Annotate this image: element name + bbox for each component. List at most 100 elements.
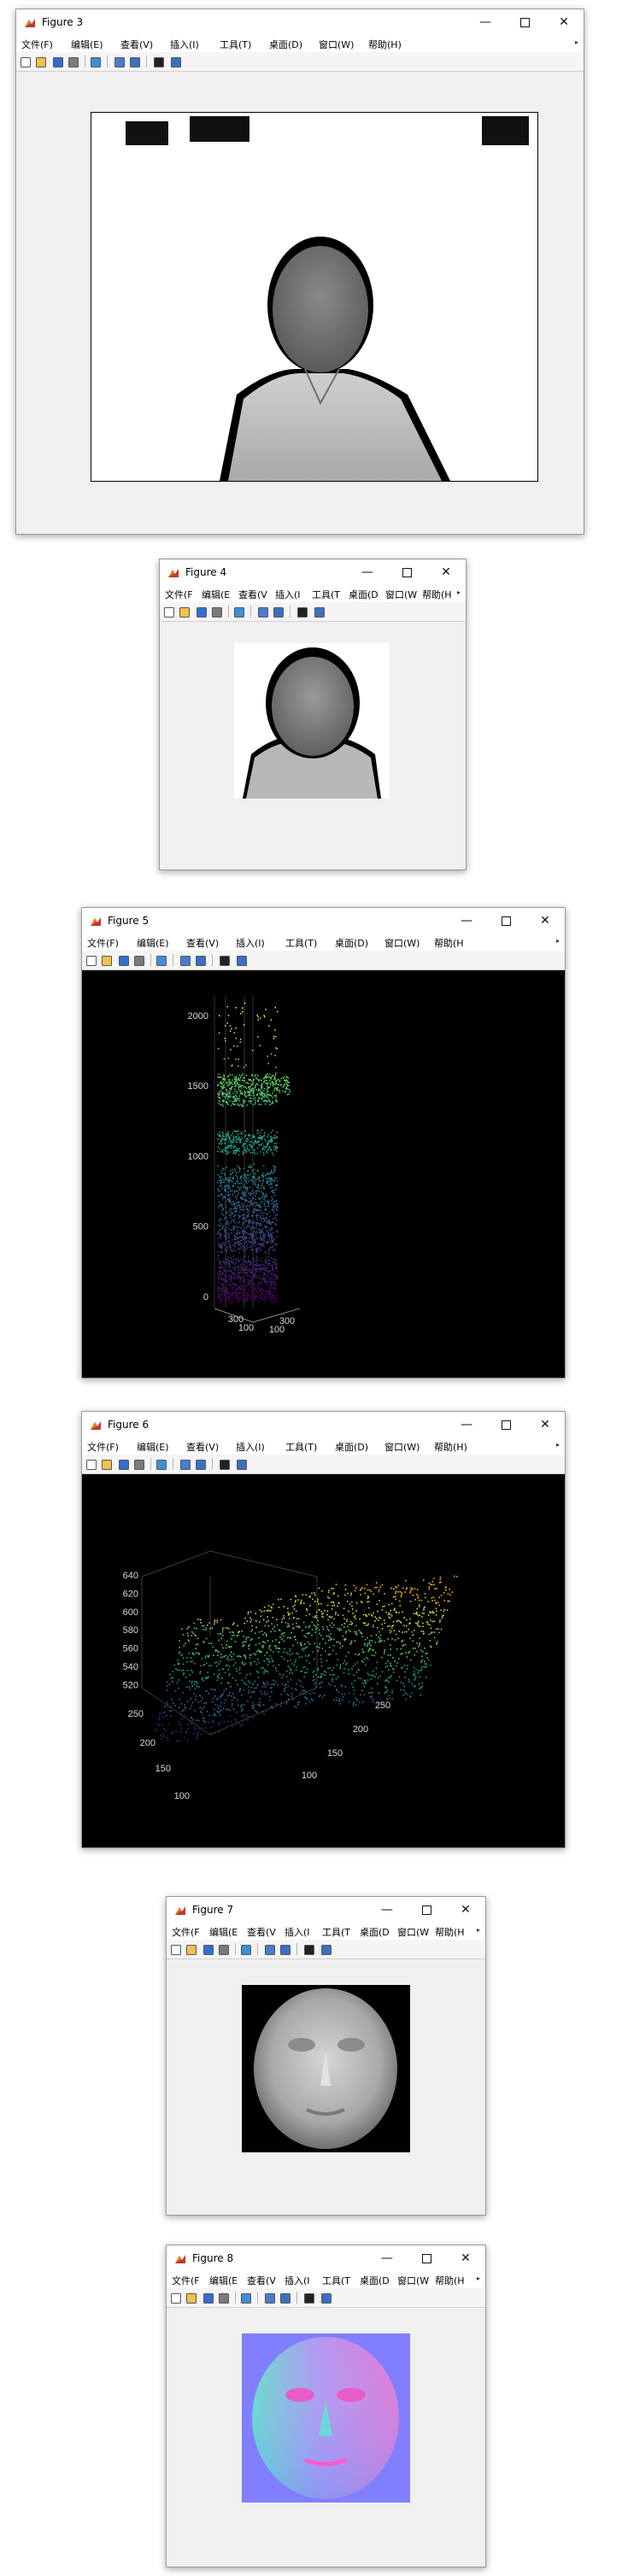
maximize-button[interactable] — [387, 559, 426, 585]
save-icon[interactable] — [196, 606, 208, 618]
close-button[interactable]: ✕ — [544, 9, 584, 35]
edit-plot-icon[interactable] — [219, 954, 231, 966]
property-inspector-icon[interactable] — [320, 2292, 332, 2304]
menu-item-0[interactable]: 文件(F) — [21, 38, 53, 51]
maximize-button[interactable] — [505, 9, 544, 35]
menu-item-6[interactable]: 窗口(W) — [384, 1440, 420, 1454]
print-icon[interactable] — [218, 2292, 230, 2304]
close-button[interactable]: ✕ — [525, 1412, 565, 1437]
menu-item-3[interactable]: 插入(I) — [236, 936, 265, 950]
menu-item-5[interactable]: 桌面(D) — [335, 936, 368, 950]
menu-item-0[interactable]: 文件(F) — [87, 936, 119, 950]
menu-item-7[interactable]: 帮助(H) — [434, 1440, 467, 1454]
new-figure-icon[interactable] — [20, 56, 32, 67]
edit-plot-icon[interactable] — [303, 2292, 315, 2304]
print-icon[interactable] — [218, 1943, 230, 1955]
menu-item-6[interactable]: 窗口(W) — [319, 38, 354, 51]
insert-colorbar-icon[interactable] — [264, 2292, 276, 2304]
menu-item-1[interactable]: 编辑(E) — [137, 1440, 169, 1454]
insert-legend-icon[interactable] — [129, 56, 141, 67]
menu-item-3[interactable]: 插入(I — [285, 1925, 310, 1939]
property-inspector-icon[interactable] — [236, 1458, 248, 1470]
property-inspector-icon[interactable] — [236, 954, 248, 966]
menu-item-7[interactable]: 帮助(H — [422, 588, 452, 601]
menu-item-0[interactable]: 文件(F — [172, 2274, 200, 2287]
menu-overflow-icon[interactable]: ▸ — [477, 2274, 480, 2282]
save-icon[interactable] — [52, 56, 64, 67]
link-plot-icon[interactable] — [240, 1943, 252, 1955]
menu-item-5[interactable]: 桌面(D — [360, 2274, 390, 2287]
title-bar[interactable]: Figure 5 — ✕ — [82, 908, 565, 934]
menu-overflow-icon[interactable]: ▸ — [575, 38, 578, 46]
menu-item-6[interactable]: 窗口(W — [397, 2274, 429, 2287]
new-figure-icon[interactable] — [85, 1458, 97, 1470]
property-inspector-icon[interactable] — [170, 56, 182, 67]
save-icon[interactable] — [118, 954, 130, 966]
close-button[interactable]: ✕ — [426, 559, 466, 585]
menu-item-2[interactable]: 查看(V — [247, 1925, 276, 1939]
menu-item-1[interactable]: 编辑(E) — [71, 38, 103, 51]
open-file-icon[interactable] — [101, 954, 113, 966]
menu-item-0[interactable]: 文件(F — [172, 1925, 200, 1939]
title-bar[interactable]: Figure 6 — ✕ — [82, 1412, 565, 1437]
menu-item-4[interactable]: 工具(T — [322, 1925, 350, 1939]
open-file-icon[interactable] — [185, 2292, 197, 2304]
open-file-icon[interactable] — [185, 1943, 197, 1955]
save-icon[interactable] — [202, 2292, 214, 2304]
menu-item-4[interactable]: 工具(T) — [220, 38, 251, 51]
close-button[interactable]: ✕ — [446, 1897, 485, 1923]
menu-item-7[interactable]: 帮助(H — [435, 2274, 465, 2287]
print-icon[interactable] — [133, 954, 145, 966]
menu-overflow-icon[interactable]: ▸ — [457, 588, 461, 596]
minimize-button[interactable]: — — [367, 2245, 407, 2271]
insert-colorbar-icon[interactable] — [179, 954, 191, 966]
link-plot-icon[interactable] — [90, 56, 102, 67]
print-icon[interactable] — [67, 56, 79, 67]
close-button[interactable]: ✕ — [525, 908, 565, 934]
open-file-icon[interactable] — [179, 606, 191, 618]
property-inspector-icon[interactable] — [314, 606, 326, 618]
menu-item-3[interactable]: 插入(I) — [170, 38, 199, 51]
menu-item-7[interactable]: 帮助(H) — [368, 38, 402, 51]
maximize-button[interactable] — [407, 2245, 446, 2271]
edit-plot-icon[interactable] — [303, 1943, 315, 1955]
minimize-button[interactable]: — — [466, 9, 505, 35]
new-figure-icon[interactable] — [163, 606, 175, 618]
menu-item-3[interactable]: 插入(I) — [236, 1440, 265, 1454]
menu-item-5[interactable]: 桌面(D — [360, 1925, 390, 1939]
insert-legend-icon[interactable] — [195, 954, 207, 966]
menu-item-7[interactable]: 帮助(H — [434, 936, 464, 950]
menu-item-1[interactable]: 编辑(E — [209, 2274, 238, 2287]
menu-item-0[interactable]: 文件(F — [165, 588, 193, 601]
insert-colorbar-icon[interactable] — [179, 1458, 191, 1470]
menu-item-6[interactable]: 窗口(W) — [384, 936, 420, 950]
title-bar[interactable]: Figure 4 — ✕ — [160, 559, 466, 585]
menu-item-3[interactable]: 插入(I — [285, 2274, 310, 2287]
save-icon[interactable] — [202, 1943, 214, 1955]
minimize-button[interactable]: — — [447, 908, 486, 934]
menu-item-2[interactable]: 查看(V) — [120, 38, 153, 51]
menu-item-6[interactable]: 窗口(W — [397, 1925, 429, 1939]
menu-item-0[interactable]: 文件(F) — [87, 1440, 119, 1454]
menu-item-5[interactable]: 桌面(D — [349, 588, 378, 601]
menu-item-7[interactable]: 帮助(H — [435, 1925, 465, 1939]
menu-item-5[interactable]: 桌面(D) — [335, 1440, 368, 1454]
title-bar[interactable]: Figure 3 — ✕ — [16, 9, 584, 35]
menu-item-2[interactable]: 查看(V) — [186, 1440, 219, 1454]
property-inspector-icon[interactable] — [320, 1943, 332, 1955]
insert-legend-icon[interactable] — [279, 2292, 291, 2304]
minimize-button[interactable]: — — [348, 559, 387, 585]
print-icon[interactable] — [211, 606, 223, 618]
maximize-button[interactable] — [486, 908, 525, 934]
link-plot-icon[interactable] — [156, 1458, 167, 1470]
link-plot-icon[interactable] — [156, 954, 167, 966]
menu-item-4[interactable]: 工具(T — [312, 588, 340, 601]
menu-item-1[interactable]: 编辑(E — [209, 1925, 238, 1939]
menu-overflow-icon[interactable]: ▸ — [556, 1441, 560, 1449]
menu-overflow-icon[interactable]: ▸ — [477, 1926, 480, 1934]
menu-item-4[interactable]: 工具(T) — [285, 936, 317, 950]
open-file-icon[interactable] — [35, 56, 47, 67]
menu-item-4[interactable]: 工具(T) — [285, 1440, 317, 1454]
edit-plot-icon[interactable] — [219, 1458, 231, 1470]
open-file-icon[interactable] — [101, 1458, 113, 1470]
